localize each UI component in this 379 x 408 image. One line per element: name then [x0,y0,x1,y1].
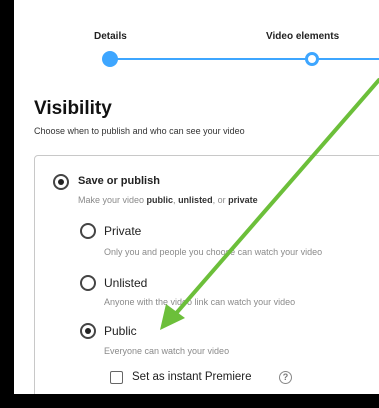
instant-premiere-label[interactable]: Set as instant Premiere [132,371,252,383]
private-desc: Only you and people you choose can watch… [104,247,323,257]
private-radio[interactable] [80,223,96,239]
visibility-heading: Visibility [34,98,112,119]
save-or-publish-label[interactable]: Save or publish [78,175,160,187]
private-label[interactable]: Private [104,224,141,238]
step-video-elements-dot[interactable] [305,52,319,66]
stepper-line [114,58,379,60]
unlisted-desc: Anyone with the video link can watch you… [104,297,296,307]
public-radio[interactable] [80,323,96,339]
unlisted-label[interactable]: Unlisted [104,276,147,290]
public-desc: Everyone can watch your video [104,346,230,356]
step-video-elements-label: Video elements [266,31,340,42]
step-details-dot[interactable] [102,51,118,67]
bottom-border [0,394,379,408]
visibility-subtitle: Choose when to publish and who can see y… [34,126,245,136]
save-or-publish-desc: Make your video public, unlisted, or pri… [78,195,258,205]
question-circle-icon[interactable]: ? [279,371,292,384]
public-label[interactable]: Public [104,324,137,338]
instant-premiere-checkbox[interactable] [110,371,123,384]
unlisted-radio[interactable] [80,275,96,291]
step-details-label: Details [94,31,127,42]
upload-dialog: Details Video elements Visibility Choose… [14,0,379,394]
save-or-publish-radio[interactable] [53,174,69,190]
